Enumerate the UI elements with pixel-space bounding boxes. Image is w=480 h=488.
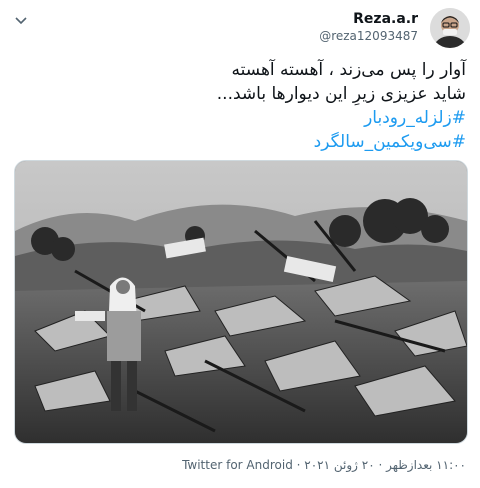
tweet-text-line-2: شاید عزیزی زیرِ این دیوارها باشد...: [216, 84, 466, 104]
meta-separator: ·: [374, 458, 387, 472]
hashtag-link[interactable]: #سی‌ویکمین_سالگرد: [14, 130, 466, 154]
earthquake-rubble-photo-icon: [15, 161, 467, 443]
chevron-down-icon[interactable]: [14, 14, 28, 28]
tweet-photo[interactable]: [14, 160, 468, 444]
tweet-time[interactable]: ۱۱:۰۰ بعدازظهر: [386, 458, 466, 472]
tweet-header: Reza.a.r @reza12093487: [10, 8, 470, 48]
tweet-date[interactable]: ۲۰ ژوئن ۲۰۲۱: [304, 458, 374, 472]
avatar[interactable]: [430, 8, 470, 48]
author-names: Reza.a.r @reza12093487: [319, 10, 418, 44]
author-display-name[interactable]: Reza.a.r: [319, 10, 418, 28]
tweet-meta: ۱۱:۰۰ بعدازظهر · ۲۰ ژوئن ۲۰۲۱ · Twitter …: [14, 458, 466, 472]
tweet-text: آوار را پس می‌زند ، آهسته آهسته شاید عزی…: [14, 58, 466, 154]
tweet-source[interactable]: Twitter for Android: [182, 458, 293, 472]
hashtag-link[interactable]: #زلزله_رودبار: [14, 106, 466, 130]
author-handle[interactable]: @reza12093487: [319, 28, 418, 44]
profile-photo-icon: [430, 8, 470, 48]
meta-separator: ·: [292, 458, 305, 472]
tweet-text-line-1: آوار را پس می‌زند ، آهسته آهسته: [231, 60, 466, 80]
